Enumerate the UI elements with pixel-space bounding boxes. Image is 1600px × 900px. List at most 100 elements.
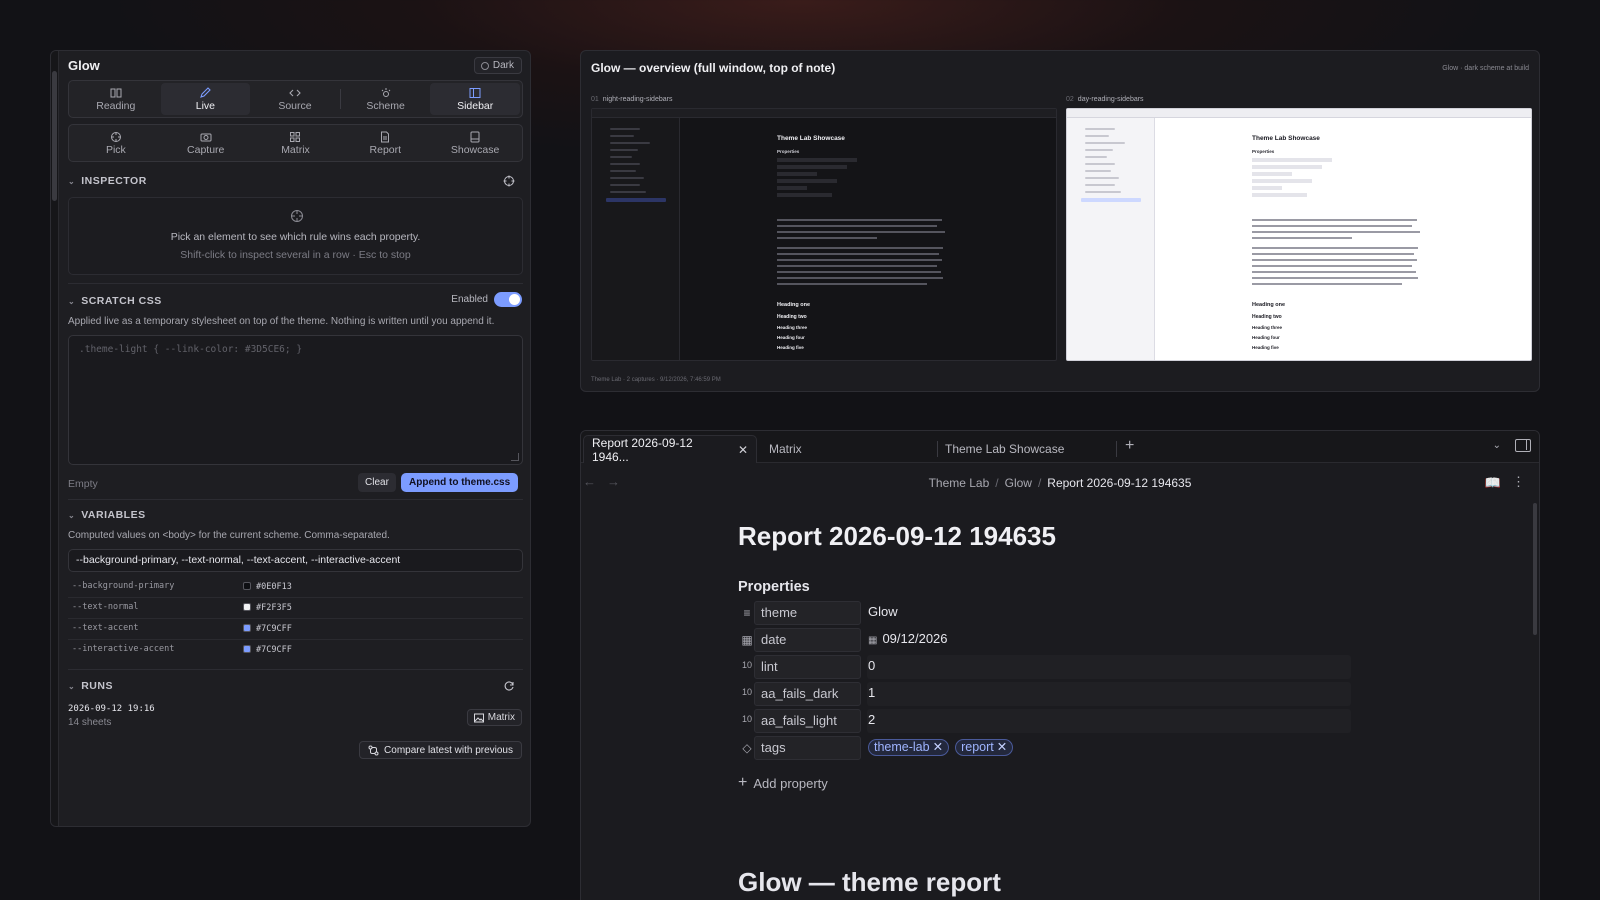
tool-capture[interactable]: Capture xyxy=(161,127,251,159)
thumb-sidebar xyxy=(592,118,680,360)
compare-icon xyxy=(368,745,379,755)
clear-button[interactable]: Clear xyxy=(358,473,396,492)
inspector-header[interactable]: ⌄ INSPECTOR xyxy=(68,174,523,188)
scrollbar-thumb[interactable] xyxy=(52,71,57,201)
tag-pill[interactable]: theme-lab ✕ xyxy=(868,739,950,756)
thumb-sidebar xyxy=(1067,118,1155,360)
thumb-line xyxy=(777,179,837,183)
thumb-title: Theme Lab Showcase xyxy=(777,135,845,142)
inspector-message: Pick an element to see which rule wins e… xyxy=(170,231,421,243)
tab-report[interactable]: Report 2026-09-12 1946... ✕ xyxy=(583,435,757,464)
scratch-css-header[interactable]: ⌄ SCRATCH CSS xyxy=(68,294,162,308)
resize-handle-icon[interactable] xyxy=(511,453,519,461)
refresh-icon[interactable] xyxy=(503,680,515,692)
thumb-line xyxy=(1252,237,1352,239)
thumb-heading: Heading four xyxy=(1252,335,1280,340)
panel-scrollbar[interactable] xyxy=(51,51,59,826)
breadcrumb-current[interactable]: Report 2026-09-12 194635 xyxy=(1047,476,1191,490)
note-title: Report 2026-09-12 194635 xyxy=(738,521,1056,551)
thumb-line xyxy=(777,225,937,227)
tab-theme-lab-showcase[interactable]: Theme Lab Showcase xyxy=(937,435,1107,463)
scheme-badge[interactable]: Dark xyxy=(473,57,522,74)
tool-tabs: Pick Capture Matrix Report Showcase xyxy=(68,124,523,162)
runs-header[interactable]: ⌄ RUNS xyxy=(68,679,523,693)
tool-report[interactable]: Report xyxy=(340,127,430,159)
property-value[interactable]: 1 xyxy=(867,682,1351,706)
thumb-line xyxy=(610,156,632,158)
thumb-line xyxy=(1252,277,1418,279)
scratch-css-textarea[interactable]: .theme-light { --link-color: #3D5CE6; } xyxy=(68,335,523,465)
thumb-heading: Heading two xyxy=(1252,314,1282,320)
tab-reading[interactable]: Reading xyxy=(71,83,161,115)
sidebar-icon xyxy=(469,87,481,98)
chevron-down-icon: ⌄ xyxy=(68,510,76,520)
view-mode-tabs: Reading Live Source Scheme Sidebar xyxy=(68,80,523,118)
thumb-line xyxy=(777,172,817,176)
pencil-icon xyxy=(200,86,212,98)
capture-thumbnail-dark[interactable]: Theme Lab Showcase Properties Heading on… xyxy=(591,108,1057,361)
tool-matrix[interactable]: Matrix xyxy=(251,127,341,159)
scratch-enabled-toggle[interactable] xyxy=(494,292,522,307)
thumb-heading: Heading four xyxy=(777,335,805,340)
scratch-status: Empty xyxy=(68,478,98,490)
property-key[interactable]: lint xyxy=(754,655,861,679)
tab-scheme[interactable]: Scheme xyxy=(341,83,431,115)
tool-showcase[interactable]: Showcase xyxy=(430,127,520,159)
variables-header[interactable]: ⌄ VARIABLES xyxy=(68,508,146,522)
property-key[interactable]: aa_fails_dark xyxy=(754,682,861,706)
breadcrumb: Theme Lab / Glow / Report 2026-09-12 194635 xyxy=(581,476,1539,490)
property-key[interactable]: theme xyxy=(754,601,861,625)
remove-tag-icon[interactable]: ✕ xyxy=(997,740,1007,754)
property-value[interactable]: Glow xyxy=(867,601,1351,625)
property-value[interactable]: 0 xyxy=(867,655,1351,679)
tab-source[interactable]: Source xyxy=(250,83,340,115)
document-icon xyxy=(381,131,390,142)
tags-field[interactable]: theme-lab ✕ report ✕ xyxy=(867,736,1351,760)
open-matrix-button[interactable]: Matrix xyxy=(466,709,522,726)
tab-sidebar[interactable]: Sidebar xyxy=(430,83,520,115)
thumb-line xyxy=(1252,179,1312,183)
color-swatch xyxy=(243,645,251,653)
breadcrumb-item[interactable]: Glow xyxy=(1005,476,1032,490)
capture-thumbnail-light[interactable]: Theme Lab Showcase Properties Heading on… xyxy=(1066,108,1532,361)
chevron-down-icon: ⌄ xyxy=(68,176,76,186)
tab-live[interactable]: Live xyxy=(160,83,251,115)
crosshair-icon[interactable] xyxy=(503,175,515,187)
date-field[interactable]: ▦ 09/12/2026 xyxy=(867,628,1351,652)
add-property-button[interactable]: + Add property xyxy=(738,774,828,792)
thumb-line xyxy=(777,259,942,261)
append-to-theme-button[interactable]: Append to theme.css xyxy=(401,473,519,492)
thumb-line xyxy=(777,271,941,273)
remove-tag-icon[interactable]: ✕ xyxy=(933,740,943,754)
variables-input[interactable]: --background-primary, --text-normal, --t… xyxy=(68,549,523,572)
plus-icon: + xyxy=(738,774,748,791)
chevron-down-icon[interactable]: ⌄ xyxy=(1493,440,1501,451)
thumb-line xyxy=(610,170,636,172)
thumb-heading: Heading five xyxy=(1252,345,1279,350)
book-icon[interactable]: 📖 xyxy=(1485,475,1501,491)
property-key[interactable]: tags xyxy=(754,736,861,760)
tag-pill[interactable]: report ✕ xyxy=(955,739,1014,756)
property-value[interactable]: 2 xyxy=(867,709,1351,733)
thumb-heading: Heading one xyxy=(1252,302,1286,308)
overview-window: Glow — overview (full window, top of not… xyxy=(580,50,1540,392)
thumb-line xyxy=(1085,191,1121,193)
panel-title: Glow xyxy=(68,58,100,73)
thumb-line xyxy=(1252,186,1282,190)
thumb-line xyxy=(777,231,945,233)
property-row-theme: ≡ theme Glow xyxy=(738,601,1358,626)
property-key[interactable]: aa_fails_light xyxy=(754,709,861,733)
thumb-line xyxy=(777,247,943,249)
new-tab-button[interactable]: + xyxy=(1125,437,1134,455)
thumb-line xyxy=(610,191,646,193)
sidebar-toggle-icon[interactable] xyxy=(1515,439,1531,452)
compare-runs-button[interactable]: Compare latest with previous xyxy=(359,741,522,759)
tab-matrix[interactable]: Matrix xyxy=(761,435,931,463)
tool-pick[interactable]: Pick xyxy=(71,127,161,159)
thumb-line xyxy=(1085,177,1119,179)
close-icon[interactable]: ✕ xyxy=(738,443,748,457)
breadcrumb-item[interactable]: Theme Lab xyxy=(929,476,990,490)
more-options-icon[interactable]: ⋮ xyxy=(1512,474,1525,490)
note-scrollbar[interactable] xyxy=(1533,503,1537,635)
property-key[interactable]: date xyxy=(754,628,861,652)
